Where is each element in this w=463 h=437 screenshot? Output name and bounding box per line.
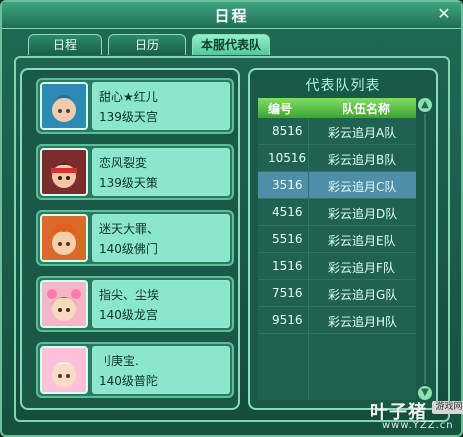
- avatar-pink-bow-icon: [42, 282, 86, 326]
- avatar-red-headband-icon: [42, 150, 86, 194]
- team-id: 1516: [272, 259, 303, 273]
- team-id: 5516: [272, 232, 303, 246]
- player-name: 指尖、尘埃: [99, 288, 160, 302]
- player-info: 迷天大罪、 140级佛门: [92, 214, 230, 262]
- team-name: 彩云追月F队: [328, 261, 395, 275]
- tab-schedule[interactable]: 日程: [28, 34, 102, 55]
- player-level: 140级龙宫: [99, 308, 158, 322]
- column-header-team-name: 队伍名称: [342, 102, 391, 116]
- player-level: 139级天宫: [99, 110, 158, 124]
- player-level: 140级佛门: [99, 242, 158, 256]
- scroll-up-icon[interactable]: ▲: [418, 98, 432, 112]
- team-name: 彩云追月A队: [328, 126, 397, 140]
- team-name: 彩云追月E队: [328, 234, 396, 248]
- team-table: 8516 彩云追月A队 10516 彩云追月B队 3516 彩云追月C队 451…: [258, 118, 416, 400]
- player-card[interactable]: 迷天大罪、 140级佛门: [36, 210, 234, 266]
- column-divider: [308, 118, 309, 400]
- player-card[interactable]: 刂庚宝. 140级普陀: [36, 342, 234, 398]
- window-title: 日程: [214, 7, 249, 25]
- avatar: [40, 214, 88, 262]
- player-name: 恋风裂変: [99, 156, 148, 170]
- scroll-track[interactable]: [424, 114, 426, 384]
- player-list: 甜心★红儿 139级天宫 恋风裂変 139级天策 迷天大罪、 140级佛门 指尖…: [20, 68, 240, 410]
- table-header: 编号 队伍名称: [258, 98, 416, 118]
- player-info: 指尖、尘埃 140级龙宫: [92, 280, 230, 328]
- player-info: 刂庚宝. 140级普陀: [92, 346, 230, 394]
- team-list-panel: 代表队列表 编号 队伍名称 8516 彩云追月A队 10516 彩云追月B队 3…: [248, 68, 438, 410]
- avatar: [40, 148, 88, 196]
- avatar: [40, 82, 88, 130]
- player-name: 迷天大罪、: [99, 222, 160, 236]
- table-row[interactable]: 10516 彩云追月B队: [258, 145, 416, 172]
- team-name: 彩云追月C队: [328, 180, 397, 194]
- watermark-badge: 游戏网: [432, 401, 463, 414]
- panel-title: 代表队列表: [305, 78, 381, 94]
- title-bar: 日程 ✕: [2, 2, 461, 29]
- close-icon[interactable]: ✕: [435, 5, 453, 23]
- player-card[interactable]: 指尖、尘埃 140级龙宫: [36, 276, 234, 332]
- tab-calendar[interactable]: 日历: [108, 34, 186, 55]
- avatar-silver-hood-icon: [42, 348, 86, 392]
- table-row[interactable]: 1516 彩云追月F队: [258, 253, 416, 280]
- watermark-url: www.YZZ.cn: [382, 420, 454, 431]
- team-id: 7516: [272, 286, 303, 300]
- table-row[interactable]: 9516 彩云追月H队: [258, 307, 416, 334]
- player-name: 甜心★红儿: [99, 90, 158, 104]
- avatar: [40, 346, 88, 394]
- table-row-selected[interactable]: 3516 彩云追月C队: [258, 172, 416, 199]
- team-name: 彩云追月B队: [328, 153, 397, 167]
- avatar: [40, 280, 88, 328]
- player-level: 139级天策: [99, 176, 158, 190]
- column-header-id: 编号: [268, 102, 293, 116]
- team-name: 彩云追月G队: [328, 288, 398, 302]
- player-info: 恋风裂変 139级天策: [92, 148, 230, 196]
- avatar-blue-hair-icon: [42, 84, 86, 128]
- team-name: 彩云追月H队: [328, 315, 398, 329]
- table-row[interactable]: 5516 彩云追月E队: [258, 226, 416, 253]
- player-name: 刂庚宝.: [99, 354, 139, 368]
- schedule-window: 日程 ✕ 日程 日历 本服代表队 甜心★红儿 139级天宫 恋风裂変 139级天…: [0, 0, 463, 437]
- team-id: 9516: [272, 313, 303, 327]
- tab-server-teams[interactable]: 本服代表队: [192, 34, 270, 55]
- table-row[interactable]: 4516 彩云追月D队: [258, 199, 416, 226]
- team-id: 3516: [272, 178, 303, 192]
- table-row[interactable]: 7516 彩云追月G队: [258, 280, 416, 307]
- team-name: 彩云追月D队: [328, 207, 398, 221]
- team-id: 8516: [272, 124, 303, 138]
- table-row[interactable]: 8516 彩云追月A队: [258, 118, 416, 145]
- player-card[interactable]: 恋风裂変 139级天策: [36, 144, 234, 200]
- player-level: 140级普陀: [99, 374, 158, 388]
- scrollbar[interactable]: ▲ ▼: [418, 98, 432, 400]
- team-id: 10516: [268, 151, 307, 165]
- team-id: 4516: [272, 205, 303, 219]
- avatar-orange-hair-icon: [42, 216, 86, 260]
- player-card[interactable]: 甜心★红儿 139级天宫: [36, 78, 234, 134]
- player-info: 甜心★红儿 139级天宫: [92, 82, 230, 130]
